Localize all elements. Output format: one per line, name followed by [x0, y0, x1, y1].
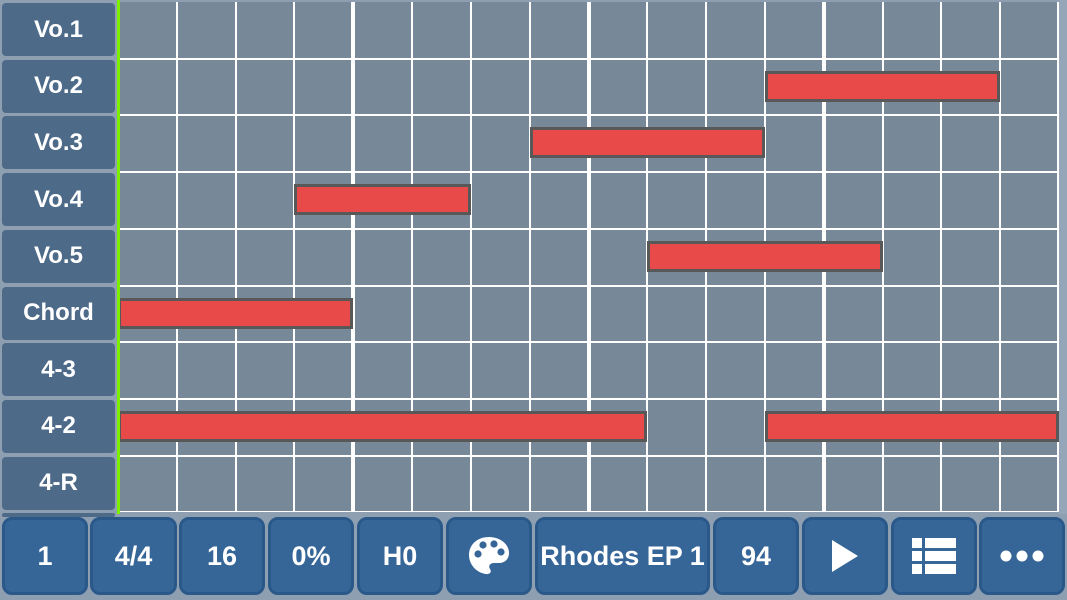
track-label[interactable]: Vo.1: [2, 3, 115, 56]
bottom-toolbar: 1 4/4 16 0% H0 Rhodes EP 1 94: [0, 514, 1067, 600]
note-block[interactable]: [647, 240, 883, 272]
palette-icon: [467, 535, 511, 577]
track-label[interactable]: Vo.3: [2, 116, 115, 170]
humanize-button[interactable]: H0: [357, 517, 443, 595]
track-label[interactable]: Vo.2: [2, 59, 115, 113]
row-line: [118, 454, 1059, 457]
row-line: [118, 171, 1059, 174]
more-button[interactable]: [979, 517, 1065, 595]
step-sequencer-grid[interactable]: [118, 2, 1059, 512]
tempo-button[interactable]: 94: [713, 517, 799, 595]
track-label[interactable]: Vo.5: [2, 229, 115, 283]
row-line: [118, 341, 1059, 344]
swing-button[interactable]: 0%: [268, 517, 354, 595]
play-button[interactable]: [802, 517, 888, 595]
playhead[interactable]: [117, 0, 120, 514]
instrument-button[interactable]: Rhodes EP 1: [535, 517, 710, 595]
note-block[interactable]: [294, 184, 471, 216]
track-label[interactable]: 4-2: [2, 399, 115, 453]
row-line: [118, 511, 1059, 512]
track-label[interactable]: Vo.4: [2, 173, 115, 227]
row-line: [118, 57, 1059, 60]
note-block[interactable]: [764, 70, 1001, 102]
note-block[interactable]: [529, 127, 765, 159]
list-icon: [912, 538, 956, 574]
track-label-column: Vo.1 Vo.2 Vo.3 Vo.4 Vo.5 Chord 4-3 4-2 4-R: [0, 0, 118, 518]
track-label[interactable]: Chord: [2, 286, 115, 340]
vertical-scrollbar[interactable]: [1059, 0, 1067, 514]
row-line: [118, 114, 1059, 117]
palette-button[interactable]: [446, 517, 532, 595]
track-label[interactable]: 4-3: [2, 343, 115, 397]
time-signature-button[interactable]: 4/4: [90, 517, 177, 595]
note-block[interactable]: [118, 410, 648, 442]
note-block[interactable]: [764, 410, 1059, 442]
track-list-button[interactable]: [891, 517, 977, 595]
row-line: [118, 397, 1059, 400]
more-icon: [1000, 550, 1044, 562]
bar-number-button[interactable]: 1: [2, 517, 88, 595]
track-label[interactable]: 4-R: [2, 456, 115, 510]
row-line: [118, 227, 1059, 230]
note-block[interactable]: [118, 297, 354, 329]
steps-button[interactable]: 16: [179, 517, 265, 595]
play-icon: [830, 539, 860, 573]
row-line: [118, 284, 1059, 287]
